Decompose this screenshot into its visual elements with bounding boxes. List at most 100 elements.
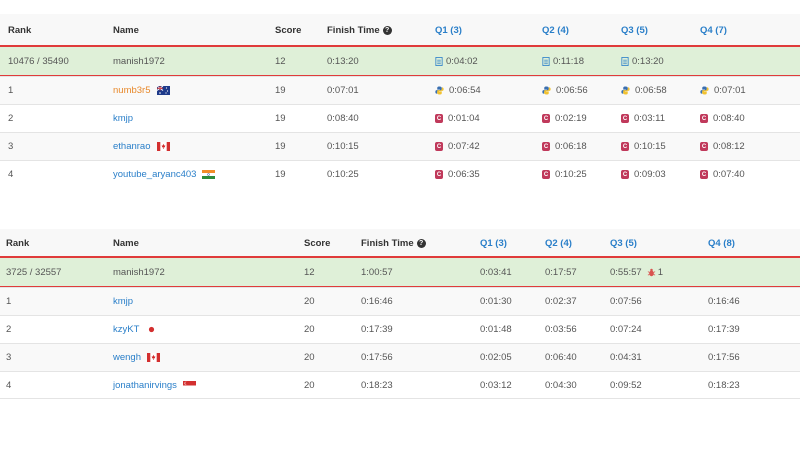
q4-time[interactable]: 0:07:01 xyxy=(700,77,746,104)
header-q3[interactable]: Q3 (5) xyxy=(621,14,648,46)
python-icon xyxy=(700,86,709,95)
finish-time: 0:17:39 xyxy=(361,324,393,335)
q4-value: 0:08:12 xyxy=(713,141,745,152)
q2-value: 0:11:18 xyxy=(553,55,584,67)
q4-time[interactable]: C 0:07:40 xyxy=(700,161,745,188)
q2-time[interactable]: C 0:06:18 xyxy=(542,133,587,160)
q4-time: 0:17:39 xyxy=(708,324,740,335)
cpp-icon: C xyxy=(435,170,443,179)
q3-value: 0:06:58 xyxy=(635,85,667,96)
q4-time[interactable]: C 0:08:40 xyxy=(700,105,745,132)
q1-value: 0:04:02 xyxy=(446,55,478,67)
score: 19 xyxy=(275,85,286,96)
table-row: 3 wengh 20 0:17:56 0:02:05 0:06:40 0:04:… xyxy=(0,343,800,371)
q2-time[interactable]: C 0:10:25 xyxy=(542,161,587,188)
header-name: Name xyxy=(113,237,139,249)
score: 19 xyxy=(275,113,286,124)
q3-time[interactable]: 0:06:58 xyxy=(621,77,667,104)
username-link[interactable]: jonathanirvings xyxy=(113,380,177,391)
help-icon[interactable]: ? xyxy=(416,238,426,248)
q3-time: 0:04:31 xyxy=(610,352,642,363)
username-link[interactable]: wengh xyxy=(113,352,141,363)
username-link[interactable]: kmjp xyxy=(113,113,133,124)
q2-time[interactable]: 0:11:18 xyxy=(542,47,584,75)
q3-time[interactable]: C 0:03:11 xyxy=(621,105,665,132)
header-q2[interactable]: Q2 (4) xyxy=(545,229,572,257)
q1-time[interactable]: C 0:06:35 xyxy=(435,161,480,188)
q1-value: 0:06:54 xyxy=(449,85,481,96)
header-q3[interactable]: Q3 (5) xyxy=(610,229,637,257)
user-cell: kmjp xyxy=(113,105,133,132)
q2-time: 0:03:56 xyxy=(545,324,577,335)
score: 12 xyxy=(275,55,286,67)
q1-time: 0:02:05 xyxy=(480,352,512,363)
my-rank-row: 3725 / 32557 manish1972 12 1:00:57 0:03:… xyxy=(0,256,800,288)
q1-time: 0:01:30 xyxy=(480,296,512,307)
rank: 3725 / 32557 xyxy=(6,266,62,278)
python-icon xyxy=(621,86,630,95)
q2-time: 0:02:37 xyxy=(545,296,577,307)
q1-time: 0:03:12 xyxy=(480,379,512,391)
finish-time: 0:10:25 xyxy=(327,169,359,180)
rank: 2 xyxy=(8,113,14,124)
header-q4[interactable]: Q4 (7) xyxy=(700,14,727,46)
q3-time[interactable]: 0:13:20 xyxy=(621,47,664,75)
user-cell: kmjp xyxy=(113,288,133,315)
header-q4[interactable]: Q4 (8) xyxy=(708,229,735,257)
q1-time[interactable]: C 0:01:04 xyxy=(435,105,480,132)
q4-time[interactable]: C 0:08:12 xyxy=(700,133,745,160)
q2-time[interactable]: C 0:02:19 xyxy=(542,105,587,132)
q3-time[interactable]: C 0:10:15 xyxy=(621,133,666,160)
python-icon xyxy=(542,86,551,95)
q3-time: 0:07:56 xyxy=(610,296,642,307)
q4-value: 0:07:01 xyxy=(714,85,746,96)
q2-value: 0:06:18 xyxy=(555,141,587,152)
q3-value: 0:55:57 xyxy=(610,266,642,278)
cpp-icon: C xyxy=(542,114,550,123)
header-q2[interactable]: Q2 (4) xyxy=(542,14,569,46)
finish-time: 0:17:56 xyxy=(361,352,393,363)
username-link[interactable]: kzyKT xyxy=(113,324,139,335)
cpp-icon: C xyxy=(435,142,443,151)
username-link[interactable]: ethanrao xyxy=(113,141,151,152)
q4-value: 0:07:40 xyxy=(713,169,745,180)
table-row: 3 ethanrao 19 0:10:15 C 0:07:42 C 0:06:18 … xyxy=(0,132,800,160)
finish-time: 1:00:57 xyxy=(361,266,393,278)
q1-time[interactable]: 0:04:02 xyxy=(435,47,478,75)
q1-time: 0:01:48 xyxy=(480,324,512,335)
user-cell: kzyKT xyxy=(113,316,159,343)
table-row: 2 kzyKT 20 0:17:39 0:01:48 0:03:56 0:07:… xyxy=(0,315,800,343)
table-row: 1 kmjp 20 0:16:46 0:01:30 0:02:37 0:07:5… xyxy=(0,287,800,315)
username-link[interactable]: numb3r5 xyxy=(113,85,151,96)
header-rank: Rank xyxy=(8,24,32,36)
rank: 1 xyxy=(8,85,14,96)
wrong-attempts-count: 1 xyxy=(657,266,663,278)
q2-time: 0:04:30 xyxy=(545,379,577,391)
q3-time[interactable]: C 0:09:03 xyxy=(621,161,666,188)
header-q1[interactable]: Q1 (3) xyxy=(435,14,462,46)
q1-time[interactable]: C 0:07:42 xyxy=(435,133,480,160)
score: 20 xyxy=(304,352,315,363)
score: 20 xyxy=(304,296,315,307)
help-icon[interactable]: ? xyxy=(382,25,392,35)
q4-time: 0:16:46 xyxy=(708,296,740,307)
cpp-icon: C xyxy=(621,142,629,151)
australia-flag-icon xyxy=(156,86,170,95)
my-rank-row: 10476 / 35490 manish1972 12 0:13:20 0:04… xyxy=(0,45,800,77)
q1-time[interactable]: 0:06:54 xyxy=(435,77,481,104)
cpp-icon: C xyxy=(700,170,708,179)
finish-time: 0:18:23 xyxy=(361,379,393,391)
username-link[interactable]: youtube_aryanc403 xyxy=(113,169,196,180)
q1-value: 0:07:42 xyxy=(448,141,480,152)
q2-value: 0:02:19 xyxy=(555,113,587,124)
cpp-icon: C xyxy=(621,114,629,123)
q4-time: 0:17:56 xyxy=(708,352,740,363)
username: manish1972 xyxy=(113,55,165,67)
user-cell: youtube_aryanc403 xyxy=(113,161,216,188)
header-q1[interactable]: Q1 (3) xyxy=(480,229,507,257)
username-link[interactable]: kmjp xyxy=(113,296,133,307)
rank: 4 xyxy=(6,379,12,391)
header-rank: Rank xyxy=(6,237,30,249)
q2-time[interactable]: 0:06:56 xyxy=(542,77,588,104)
table-header: Rank Name Score Finish Time? Q1 (3) Q2 (… xyxy=(0,229,800,257)
